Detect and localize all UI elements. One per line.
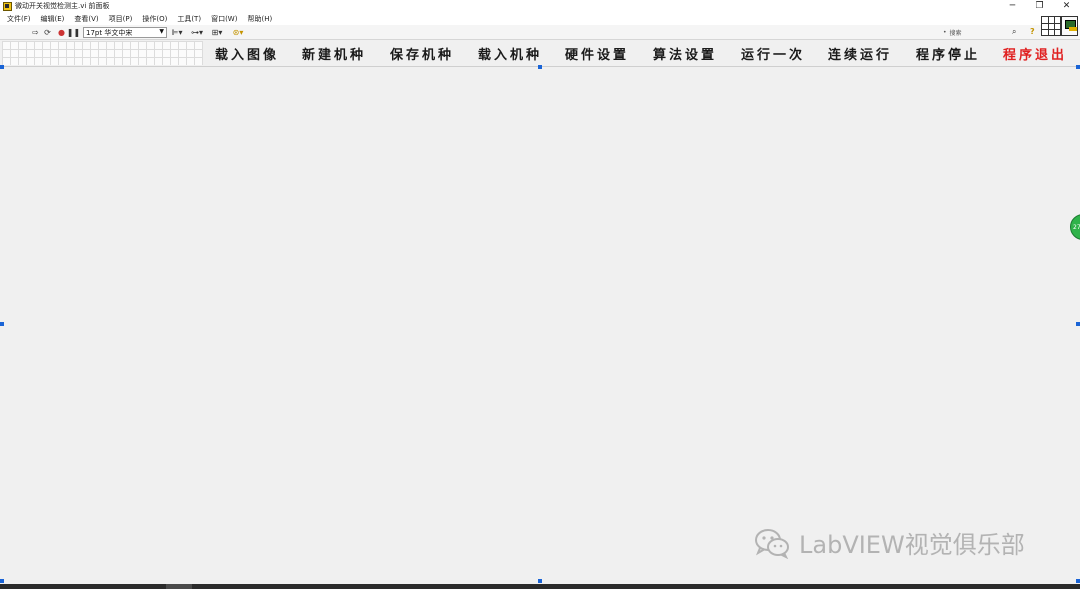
resize-handle-bottom-left[interactable] (0, 579, 4, 583)
hardware-settings-button[interactable]: 硬件设置 (555, 42, 639, 64)
menu-operate[interactable]: 操作(O) (142, 14, 167, 24)
search-icon[interactable]: ⌕ (1012, 27, 1016, 37)
labview-vi-icon (3, 1, 12, 11)
program-exit-button[interactable]: 程序退出 (993, 42, 1077, 64)
new-model-button[interactable]: 新建机种 (292, 42, 376, 64)
control-button-row: 载入图像 新建机种 保存机种 载入机种 硬件设置 算法设置 运行一次 连续运行 … (205, 42, 1073, 64)
program-stop-button[interactable]: 程序停止 (906, 42, 990, 64)
run-arrow-icon[interactable]: ⇨ (31, 27, 40, 37)
vi-icon[interactable] (1061, 16, 1078, 36)
toolbar: ⇨ ⟳ ● ❚❚ 17pt 华文中宋 ▼ ⊫▾ ⊶▾ ⊞▾ ⊛▾ • 搜索 ⌕ … (0, 25, 1080, 40)
menu-view[interactable]: 查看(V) (74, 14, 98, 24)
menu-bar: 文件(F) 编辑(E) 查看(V) 项目(P) 操作(O) 工具(T) 窗口(W… (0, 12, 1080, 25)
wechat-icon (755, 528, 789, 559)
search-bullet-icon: • (943, 29, 947, 36)
resize-handle-top-left[interactable] (0, 65, 4, 69)
run-continuously-icon[interactable]: ⟳ (43, 27, 52, 37)
continuous-run-button[interactable]: 连续运行 (818, 42, 902, 64)
labview-front-panel-window: 微动开关视觉检测主.vi 前面板 ─ ❐ ✕ 文件(F) 编辑(E) 查看(V)… (0, 0, 1080, 589)
load-model-button[interactable]: 载入机种 (468, 42, 552, 64)
font-selector[interactable]: 17pt 华文中宋 ▼ (83, 27, 167, 38)
algorithm-settings-button[interactable]: 算法设置 (643, 42, 727, 64)
help-icon[interactable]: ? (1030, 27, 1035, 36)
panel-grid-area (2, 41, 203, 65)
scrollbar-thumb[interactable] (166, 584, 192, 589)
resize-handle-middle-left[interactable] (0, 322, 4, 326)
menu-edit[interactable]: 编辑(E) (41, 14, 65, 24)
side-indicator-text: 27 (1073, 223, 1080, 231)
menu-file[interactable]: 文件(F) (7, 14, 31, 24)
chevron-down-icon: ▼ (159, 28, 164, 35)
title-bar[interactable]: 微动开关视觉检测主.vi 前面板 ─ ❐ ✕ (0, 0, 1080, 12)
save-model-button[interactable]: 保存机种 (380, 42, 464, 64)
font-selector-value: 17pt 华文中宋 (86, 28, 133, 37)
window-title: 微动开关视觉检测主.vi 前面板 (15, 2, 110, 10)
load-image-button[interactable]: 载入图像 (205, 42, 289, 64)
menu-project[interactable]: 项目(P) (109, 14, 133, 24)
resize-handle-top-center[interactable] (538, 65, 542, 69)
abort-icon[interactable]: ● (57, 27, 66, 37)
watermark: LabVIEW视觉俱乐部 (753, 525, 1025, 560)
run-once-button[interactable]: 运行一次 (731, 42, 815, 64)
watermark-text: LabVIEW视觉俱乐部 (799, 531, 1025, 559)
horizontal-scrollbar[interactable] (0, 584, 1080, 589)
align-objects-icon[interactable]: ⊫▾ (170, 27, 184, 37)
reorder-icon[interactable]: ⊛▾ (231, 27, 245, 37)
resize-handle-top-right[interactable] (1076, 65, 1080, 69)
distribute-objects-icon[interactable]: ⊶▾ (190, 27, 204, 37)
resize-handle-middle-right[interactable] (1076, 322, 1080, 326)
connector-pane-icon[interactable] (1041, 16, 1061, 36)
pause-icon[interactable]: ❚❚ (67, 27, 80, 37)
menu-window[interactable]: 窗口(W) (211, 14, 237, 24)
resize-handle-bottom-center[interactable] (538, 579, 542, 583)
window-controls: ─ ❐ ✕ (999, 0, 1080, 12)
resize-handle-bottom-right[interactable] (1076, 579, 1080, 583)
search-input[interactable]: 搜索 (950, 28, 962, 37)
close-button[interactable]: ✕ (1053, 0, 1080, 12)
resize-objects-icon[interactable]: ⊞▾ (210, 27, 224, 37)
menu-help[interactable]: 帮助(H) (247, 14, 272, 24)
side-floating-indicator[interactable]: 27 (1070, 214, 1080, 240)
minimize-button[interactable]: ─ (999, 0, 1026, 12)
restore-button[interactable]: ❐ (1026, 0, 1053, 12)
menu-tools[interactable]: 工具(T) (177, 14, 201, 24)
